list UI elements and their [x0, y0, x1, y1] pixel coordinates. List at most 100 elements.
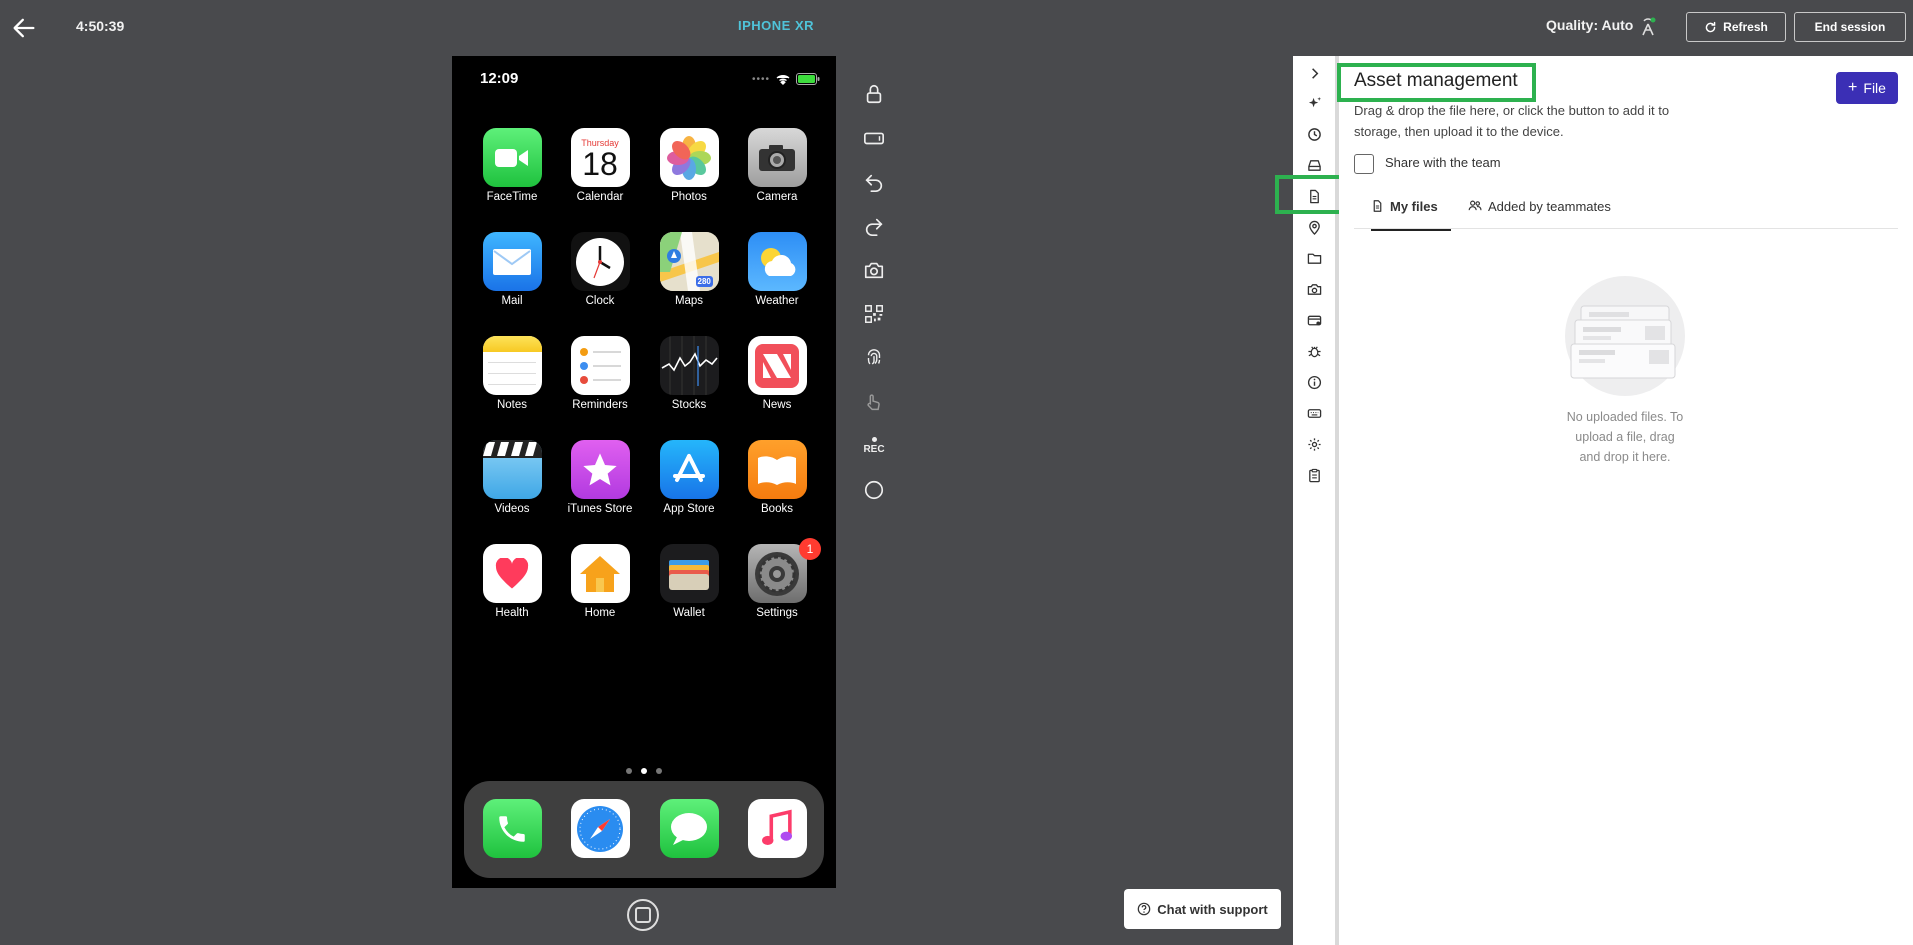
maps-route-badge: 280	[697, 277, 711, 286]
chat-with-support-button[interactable]: Chat with support	[1124, 889, 1281, 929]
calendar-icon: Thursday 18	[570, 128, 630, 187]
refresh-button[interactable]: Refresh	[1686, 12, 1786, 42]
app-label: News	[762, 399, 792, 411]
wallet-icon	[659, 544, 719, 603]
status-indicators: ••••	[752, 72, 822, 86]
app-stocks[interactable]: Stocks	[645, 336, 733, 411]
app-label: Maps	[674, 295, 704, 307]
dock-app-messages[interactable]	[645, 799, 733, 858]
app-health[interactable]: Health	[468, 544, 556, 619]
qr-code-icon[interactable]	[858, 298, 890, 330]
home-square-icon	[635, 907, 651, 923]
health-icon	[482, 544, 542, 603]
app-mail[interactable]: Mail	[468, 232, 556, 307]
payment-card-icon[interactable]	[1301, 307, 1327, 333]
panel-description: Drag & drop the file here, or click the …	[1354, 103, 1670, 139]
app-wallet[interactable]: Wallet	[645, 544, 733, 619]
tab-label: My files	[1390, 199, 1438, 214]
dock-app-music[interactable]	[733, 799, 821, 858]
record-label: REC	[863, 444, 885, 455]
itunes-store-icon	[570, 440, 630, 499]
settings-gear-icon[interactable]	[1301, 431, 1327, 457]
app-videos[interactable]: Videos	[468, 440, 556, 515]
tab-added-by-teammates[interactable]: Added by teammates	[1468, 199, 1618, 229]
sparkles-icon[interactable]	[1301, 90, 1327, 116]
device-name: IPHONE XR	[737, 18, 814, 33]
help-circle-icon	[1137, 902, 1151, 916]
app-itunes-store[interactable]: iTunes Store	[556, 440, 644, 515]
device-home-button[interactable]	[627, 899, 659, 931]
weather-icon	[747, 232, 807, 291]
end-session-button[interactable]: End session	[1794, 12, 1906, 42]
location-pin-icon[interactable]	[1301, 214, 1327, 240]
app-photos[interactable]: Photos	[645, 128, 733, 203]
app-notes[interactable]: Notes	[468, 336, 556, 411]
app-label: Videos	[494, 503, 530, 515]
page-dot-active	[641, 768, 647, 774]
page-indicator[interactable]	[452, 768, 836, 774]
end-session-label: End session	[1814, 20, 1886, 34]
collapse-chevron-icon[interactable]	[1301, 60, 1327, 86]
empty-state-illustration	[1565, 276, 1685, 396]
tab-my-files[interactable]: My files	[1371, 199, 1451, 231]
app-calendar[interactable]: Thursday 18 Calendar	[556, 128, 644, 203]
signal-dots-icon: ••••	[752, 73, 771, 85]
add-file-button[interactable]: + File	[1836, 72, 1898, 104]
back-arrow-icon[interactable]	[10, 14, 42, 42]
chat-label: Chat with support	[1157, 901, 1268, 917]
keyboard-icon[interactable]	[1301, 400, 1327, 426]
rotate-device-icon[interactable]	[858, 122, 890, 154]
app-facetime[interactable]: FaceTime	[468, 128, 556, 203]
app-weather[interactable]: Weather	[733, 232, 821, 307]
app-news[interactable]: News	[733, 336, 821, 411]
lock-icon[interactable]	[858, 78, 890, 110]
refresh-label: Refresh	[1723, 20, 1768, 34]
camera-icon	[747, 128, 807, 187]
app-label: App Store	[663, 503, 715, 515]
app-label: Notes	[496, 399, 528, 411]
rotate-left-icon[interactable]	[858, 166, 890, 198]
app-books[interactable]: Books	[733, 440, 821, 515]
app-label: Clock	[585, 295, 615, 307]
bug-icon[interactable]	[1301, 338, 1327, 364]
app-camera[interactable]: Camera	[733, 128, 821, 203]
app-home[interactable]: Home	[556, 544, 644, 619]
dock-app-safari[interactable]	[556, 799, 644, 858]
users-icon	[1468, 200, 1482, 211]
app-settings[interactable]: 1 Settings	[733, 538, 821, 619]
record-button[interactable]: REC	[858, 430, 890, 462]
signal-tower-icon[interactable]	[1638, 16, 1658, 36]
app-app-store[interactable]: App Store	[645, 440, 733, 515]
calendar-date: 18	[582, 145, 618, 182]
share-with-team-label[interactable]: Share with the team	[1385, 155, 1501, 170]
clipboard-icon[interactable]	[1301, 462, 1327, 488]
refresh-icon	[1705, 21, 1716, 32]
fingerprint-icon[interactable]	[858, 342, 890, 374]
quality-selector[interactable]: Quality: Auto	[1546, 17, 1633, 33]
app-label: FaceTime	[486, 191, 538, 203]
file-document-icon	[1373, 200, 1382, 212]
rotate-right-icon[interactable]	[858, 210, 890, 242]
gesture-hand-icon[interactable]	[858, 386, 890, 418]
app-label: Calendar	[576, 191, 624, 203]
app-label: Home	[584, 607, 616, 619]
folder-icon[interactable]	[1301, 245, 1327, 271]
camera-icon[interactable]	[1301, 276, 1327, 302]
books-icon	[747, 440, 807, 499]
history-clock-icon[interactable]	[1301, 121, 1327, 147]
mail-icon	[482, 232, 542, 291]
screenshot-camera-icon[interactable]	[858, 254, 890, 286]
active-rail-highlight	[1275, 175, 1347, 214]
maps-icon: 280	[659, 232, 719, 291]
app-clock[interactable]: Clock	[556, 232, 644, 307]
app-maps[interactable]: 280 Maps	[645, 232, 733, 307]
app-reminders[interactable]: Reminders	[556, 336, 644, 411]
battery-icon	[796, 73, 820, 85]
dock-app-phone[interactable]	[468, 799, 556, 858]
home-circle-icon[interactable]	[858, 474, 890, 506]
share-with-team-checkbox[interactable]	[1354, 154, 1374, 174]
photos-icon	[659, 128, 719, 187]
info-icon[interactable]	[1301, 369, 1327, 395]
device-screen[interactable]: 12:09 •••• FaceTime Thursday 18 Calendar	[452, 56, 836, 888]
home-app-icon	[570, 544, 630, 603]
